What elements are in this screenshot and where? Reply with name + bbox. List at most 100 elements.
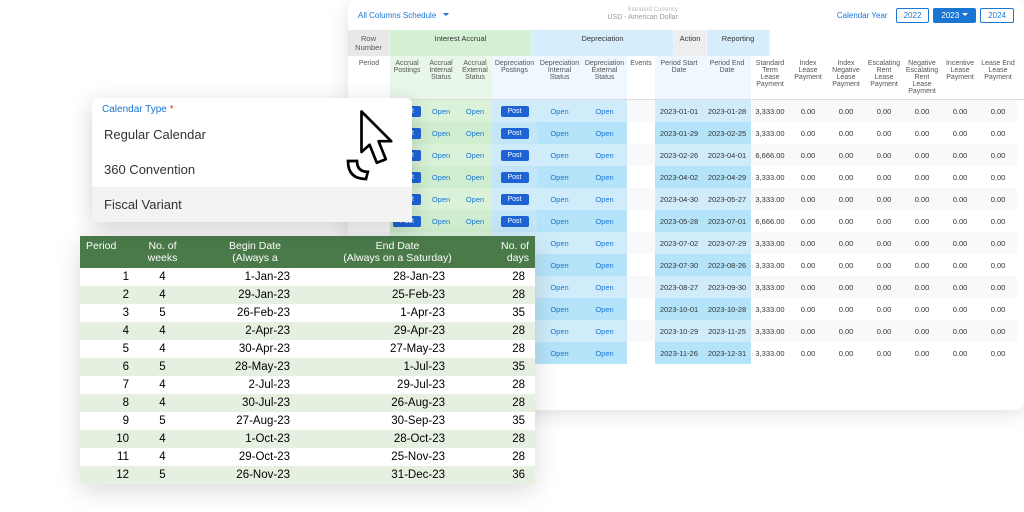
col-accrual-postings[interactable]: Accrual Postings [390,56,424,99]
depr-internal-cell[interactable]: Open [537,122,582,144]
depr-external-cell[interactable]: Open [582,276,627,298]
schedule-row: 17PostOpenOpenPostOpenOpen2023-04-302023… [348,188,1024,210]
col-escalating[interactable]: Escalating Rent Lease Payment [865,56,903,99]
events-cell [627,276,655,298]
end-date: 31-Dec-23 [320,466,475,484]
depr-internal-cell[interactable]: Open [537,100,582,122]
accrual-external-cell[interactable]: Open [458,210,492,232]
period-start-cell: 2023-11-26 [655,342,703,364]
begin-date: 27-Aug-23 [190,412,320,430]
depr-external-cell[interactable]: Open [582,210,627,232]
value-cell: 0.00 [941,254,979,276]
depr-external-cell[interactable]: Open [582,320,627,342]
post-button: Post [501,150,529,161]
col-period[interactable]: Period [348,56,390,99]
value-cell: 0.00 [827,232,865,254]
depr-internal-cell[interactable]: Open [537,188,582,210]
col-index-neg[interactable]: Index Negative Lease Payment [827,56,865,99]
accrual-external-cell[interactable]: Open [458,122,492,144]
accrual-external-cell[interactable]: Open [458,188,492,210]
value-cell: 0.00 [865,254,903,276]
begin-date: 29-Oct-23 [190,448,320,466]
depr-external-cell[interactable]: Open [582,254,627,276]
depr-external-cell[interactable]: Open [582,188,627,210]
depr-post-cell[interactable]: Post [492,144,537,166]
depr-external-cell[interactable]: Open [582,144,627,166]
depr-internal-cell[interactable]: Open [537,342,582,364]
accrual-internal-cell[interactable]: Open [424,166,458,188]
year-2022[interactable]: 2022 [896,8,930,23]
depr-internal-cell[interactable]: Open [537,166,582,188]
end-date: 1-Apr-23 [320,304,475,322]
col-accrual-internal[interactable]: Accrual Internal Status [424,56,458,99]
year-2023[interactable]: 2023 [933,8,976,23]
depr-post-cell[interactable]: Post [492,100,537,122]
depr-post-cell[interactable]: Post [492,188,537,210]
depr-external-cell[interactable]: Open [582,100,627,122]
depr-internal-cell[interactable]: Open [537,298,582,320]
value-cell: 0.00 [789,298,827,320]
depr-external-cell[interactable]: Open [582,122,627,144]
calendar-type-field[interactable]: Calendar Type * Regular Calendar 360 Con… [92,98,412,222]
col-events[interactable]: Events [627,56,655,99]
schedule-dropdown[interactable]: All Columns Schedule [358,11,449,20]
col-depr-postings[interactable]: Depreciation Postings [492,56,537,99]
begin-date: 26-Nov-23 [190,466,320,484]
calendar-option-360[interactable]: 360 Convention [92,152,412,187]
value-cell: 0.00 [827,122,865,144]
col-std-term[interactable]: Standard Term Lease Payment [751,56,789,99]
value-cell: 0.00 [903,298,941,320]
days: 28 [475,286,535,304]
col-index[interactable]: Index Lease Payment [789,56,827,99]
accrual-external-cell[interactable]: Open [458,166,492,188]
period-end-cell: 2023-11-25 [703,320,751,342]
depr-internal-cell[interactable]: Open [537,144,582,166]
col-period-end[interactable]: Period End Date [703,56,751,99]
value-cell: 0.00 [903,254,941,276]
accrual-internal-cell[interactable]: Open [424,100,458,122]
year-2024[interactable]: 2024 [980,8,1014,23]
col-period-start[interactable]: Period Start Date [655,56,703,99]
depr-internal-cell[interactable]: Open [537,276,582,298]
begin-date: 2-Apr-23 [190,322,320,340]
col-depr-external[interactable]: Depreciation External Status [582,56,627,99]
depr-external-cell[interactable]: Open [582,342,627,364]
depr-internal-cell[interactable]: Open [537,254,582,276]
end-date: 26-Aug-23 [320,394,475,412]
period-row: 8430-Jul-2326-Aug-2328 [80,394,535,412]
period-start-cell: 2023-01-01 [655,100,703,122]
accrual-internal-cell[interactable]: Open [424,144,458,166]
col-incentive[interactable]: Incentive Lease Payment [941,56,979,99]
col-lease-end[interactable]: Lease End Lease Payment [979,56,1017,99]
days: 36 [475,466,535,484]
depr-internal-cell[interactable]: Open [537,320,582,342]
accrual-internal-cell[interactable]: Open [424,188,458,210]
value-cell: 6,666.00 [751,144,789,166]
depr-external-cell[interactable]: Open [582,298,627,320]
period-row: 9527-Aug-2330-Sep-2335 [80,412,535,430]
accrual-external-cell[interactable]: Open [458,100,492,122]
accrual-external-cell[interactable]: Open [458,144,492,166]
col-neg-escalating[interactable]: Negative Escalating Rent Lease Payment [903,56,941,99]
value-cell: 0.00 [865,100,903,122]
value-cell: 0.00 [789,188,827,210]
end-date: 28-Oct-23 [320,430,475,448]
accrual-internal-cell[interactable]: Open [424,122,458,144]
value-cell: 0.00 [941,210,979,232]
schedule-title: All Columns Schedule [358,11,436,20]
depr-post-cell[interactable]: Post [492,210,537,232]
col-depr-internal[interactable]: Depreciation Internal Status [537,56,582,99]
depr-external-cell[interactable]: Open [582,232,627,254]
depr-external-cell[interactable]: Open [582,166,627,188]
depr-internal-cell[interactable]: Open [537,210,582,232]
accrual-internal-cell[interactable]: Open [424,210,458,232]
weeks: 4 [135,340,190,358]
calendar-option-fiscal[interactable]: Fiscal Variant [92,187,412,222]
calendar-option-regular[interactable]: Regular Calendar [92,117,412,152]
depr-post-cell[interactable]: Post [492,166,537,188]
value-cell: 3,333.00 [751,232,789,254]
depr-internal-cell[interactable]: Open [537,232,582,254]
depr-post-cell[interactable]: Post [492,122,537,144]
col-accrual-external[interactable]: Accrual External Status [458,56,492,99]
value-cell: 0.00 [789,122,827,144]
